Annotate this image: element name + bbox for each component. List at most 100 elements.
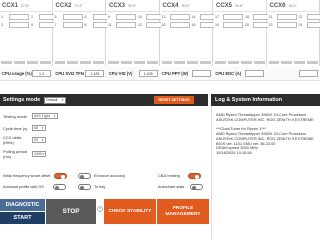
option-label: Autoshare stats bbox=[158, 185, 185, 189]
diagnostic-button[interactable]: DIAGNOSTIC bbox=[0, 199, 45, 211]
metric-label: CPU EDC (A) bbox=[215, 71, 242, 76]
core-number: 17 bbox=[215, 14, 219, 19]
check-stability-button[interactable]: CHECK STABILITY bbox=[104, 199, 156, 224]
cycle-time-field[interactable]: 60 ▼ bbox=[32, 124, 46, 132]
chevron-down-icon: ▼ bbox=[61, 98, 65, 102]
metric-label: CPU usage (%) bbox=[2, 71, 32, 76]
option-label: Autoload profile with OS bbox=[3, 185, 44, 189]
core-frequency-box bbox=[116, 13, 136, 20]
core-slot: 22 bbox=[299, 13, 320, 20]
setting-label: Testing mode bbox=[3, 113, 27, 119]
setting-testing-mode: Testing mode AVX Light ▼ bbox=[3, 112, 58, 120]
setting-label: CCX delta (MHz) bbox=[3, 135, 22, 145]
core-frequency-box bbox=[62, 21, 83, 28]
profile-management-button[interactable]: PROFILE MANAGEMENT bbox=[157, 199, 209, 224]
cpu-metrics-row: CPU usage (%) 1.3 CPU SVI2 TFN (V) 1.425… bbox=[0, 67, 320, 81]
setting-polling-period: Polling period (ms) 1000 ▼ bbox=[3, 149, 46, 159]
ccx-delta-field[interactable]: 25 ▼ bbox=[32, 136, 46, 144]
metric-value: 1.3 bbox=[32, 70, 51, 77]
core-number: 3 bbox=[1, 22, 3, 27]
testing-mode-select[interactable]: AVX Light ▼ bbox=[32, 112, 58, 120]
log-title: Log & System Information bbox=[215, 97, 283, 103]
core-number: 7 bbox=[54, 22, 57, 27]
core-slot: 13 bbox=[162, 13, 190, 20]
ccx-load-bars bbox=[54, 61, 104, 64]
setting-value: 60 bbox=[34, 126, 38, 130]
ccx-load-bars bbox=[215, 61, 265, 64]
option-autoshare-stats: Autoshare stats bbox=[158, 183, 204, 191]
core-slot: 7 bbox=[55, 21, 83, 28]
ccx-panel: CCX6 34.0° 21 22 23 24 bbox=[267, 0, 320, 66]
setting-cycle-time: Cycle time (s) 60 ▼ bbox=[3, 124, 46, 132]
ccx-panel: CCX5 34.6° 17 18 19 20 bbox=[214, 0, 273, 66]
option-label: To tray bbox=[94, 185, 106, 189]
log-textarea[interactable]: AMD Ryzen Threadripper 3960X 24-Core Pro… bbox=[211, 107, 320, 240]
core-frequency-box bbox=[276, 13, 297, 20]
core-slot: 24 bbox=[299, 21, 320, 28]
core-number: 21 bbox=[268, 14, 273, 19]
ccx-temperature: 34.0° bbox=[288, 3, 297, 8]
ccx-temperature: 30.5° bbox=[181, 3, 190, 8]
ccx-load-bars bbox=[1, 61, 51, 64]
cb20-testing-toggle[interactable] bbox=[187, 173, 201, 179]
core-number: 18 bbox=[245, 14, 249, 19]
core-number: 16 bbox=[191, 22, 196, 27]
autoload-profile-toggle[interactable] bbox=[52, 184, 66, 190]
core-number: 24 bbox=[298, 22, 303, 27]
core-number: 6 bbox=[84, 14, 87, 19]
option-enhance-accuracy: Enhance accuracy bbox=[78, 172, 125, 180]
profile-management-label: PROFILE MANAGEMENT bbox=[165, 205, 201, 217]
core-slot: 15 bbox=[162, 21, 190, 28]
core-number: 5 bbox=[54, 14, 57, 19]
core-number: 2 bbox=[31, 14, 33, 19]
stop-button[interactable]: STOP bbox=[46, 199, 96, 224]
log-line: 10/16/2020 10:15:54 bbox=[216, 149, 252, 155]
setting-label: Cycle time (s) bbox=[3, 125, 28, 131]
core-frequency-box bbox=[169, 21, 190, 28]
chevron-down-icon: ▼ bbox=[41, 126, 44, 130]
ccx-title: CCX1 bbox=[2, 2, 19, 9]
metric-label: CPU VID (V) bbox=[108, 71, 133, 76]
polling-period-field[interactable]: 1000 ▼ bbox=[32, 150, 46, 158]
metric-value bbox=[298, 70, 318, 77]
ccx-panel-row: CCX1 27.8° 1 2 3 4 CCX2 27.6° 5 6 7 8 CC… bbox=[0, 0, 320, 66]
reset-settings-button[interactable]: RESET SETTINGS bbox=[154, 96, 194, 104]
core-slot: 17 bbox=[215, 13, 243, 20]
core-slot: 19 bbox=[215, 21, 243, 28]
core-number: 9 bbox=[108, 14, 110, 19]
ccx-load-bars bbox=[161, 61, 211, 64]
core-frequency-box bbox=[306, 21, 320, 28]
clock-icon bbox=[97, 206, 103, 212]
enhance-accuracy-toggle[interactable] bbox=[78, 173, 91, 179]
core-frequency-box bbox=[62, 13, 83, 20]
metric-cpu-svi2: CPU SVI2 TFN (V) 1.425 bbox=[53, 70, 106, 77]
smart-offset-toggle[interactable] bbox=[54, 173, 68, 179]
core-frequency-box bbox=[306, 13, 320, 20]
option-cb20-testing: CB20 testing bbox=[158, 172, 201, 180]
chevron-down-icon: ▼ bbox=[53, 114, 56, 118]
core-slot: 3 bbox=[1, 21, 29, 28]
ccx-title: CCX6 bbox=[269, 2, 286, 9]
metric-value bbox=[191, 70, 211, 77]
settings-mode-select[interactable]: Default ▼ bbox=[44, 96, 67, 104]
metric-cpu-ppt: CPU PPT (W) bbox=[160, 70, 213, 77]
core-number: 23 bbox=[268, 22, 273, 27]
setting-ccx-delta: CCX delta (MHz) 25 ▼ bbox=[3, 135, 46, 145]
ccx-title: CCX4 bbox=[162, 2, 179, 9]
start-button[interactable]: START bbox=[0, 212, 45, 224]
core-frequency-box bbox=[169, 13, 190, 20]
ccx-title: CCX2 bbox=[55, 2, 72, 9]
option-label: Initial frequency smart offset bbox=[3, 174, 51, 178]
core-number: 11 bbox=[108, 22, 112, 27]
to-tray-toggle[interactable] bbox=[78, 184, 91, 190]
log-header: Log & System Information bbox=[211, 94, 320, 106]
setting-value: 1000 bbox=[34, 152, 42, 156]
option-autoload-profile: Autoload profile with OS bbox=[3, 183, 66, 191]
check-stability-label: CHECK STABILITY bbox=[108, 208, 152, 214]
core-slot: 1 bbox=[1, 13, 29, 20]
ccx-temperature: 34.6° bbox=[235, 3, 244, 8]
autoshare-stats-toggle[interactable] bbox=[190, 184, 204, 190]
metric-label: CPU PPT (W) bbox=[161, 71, 189, 76]
core-slot: 21 bbox=[269, 13, 297, 20]
metric-value: 1.425 bbox=[138, 70, 158, 77]
